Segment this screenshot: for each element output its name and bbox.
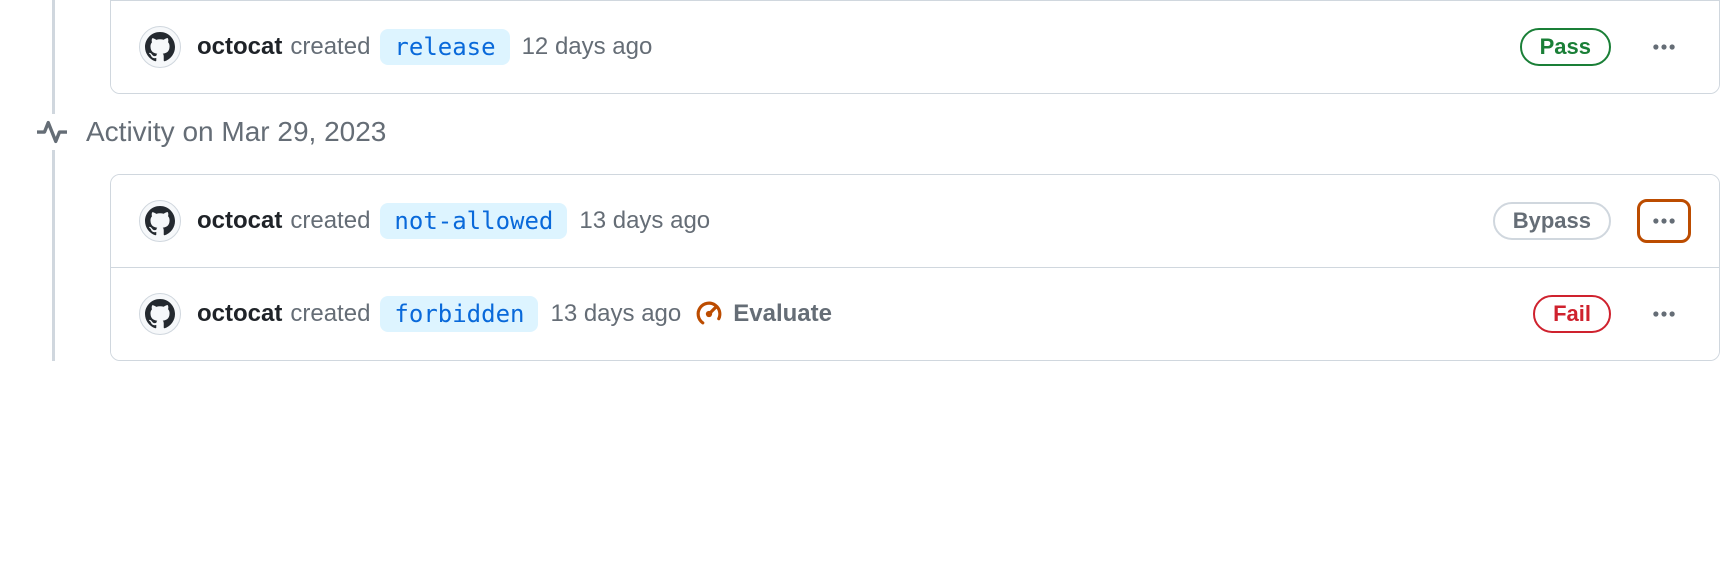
avatar[interactable]	[139, 293, 181, 335]
username-link[interactable]: octocat	[197, 33, 282, 61]
entry-menu-button[interactable]	[1637, 292, 1691, 336]
evaluate-mode: Evaluate	[695, 300, 832, 328]
activity-group: octocat created release 12 days ago Pass	[40, 0, 1720, 94]
status-badge: Fail	[1533, 295, 1611, 333]
activity-entry: octocat created not-allowed 13 days ago …	[111, 175, 1719, 267]
activity-card-list: octocat created release 12 days ago Pass	[110, 0, 1720, 94]
activity-group-title: Activity on Mar 29, 2023	[86, 116, 386, 148]
entry-description: octocat created not-allowed 13 days ago	[197, 203, 710, 239]
gauge-icon	[695, 300, 723, 328]
activity-timeline: octocat created release 12 days ago Pass…	[0, 0, 1720, 361]
activity-entry: octocat created release 12 days ago Pass	[111, 1, 1719, 93]
action-text: created	[290, 33, 370, 61]
octocat-icon	[145, 206, 175, 236]
entry-menu-button[interactable]	[1637, 199, 1691, 243]
relative-time: 13 days ago	[579, 207, 710, 235]
activity-entry: octocat created forbidden 13 days ago Ev…	[111, 267, 1719, 360]
kebab-icon	[1651, 301, 1677, 327]
entry-menu-button[interactable]	[1637, 25, 1691, 69]
activity-group-header: Activity on Mar 29, 2023	[34, 94, 1720, 174]
relative-time: 12 days ago	[522, 33, 653, 61]
status-badge: Pass	[1520, 28, 1611, 66]
pulse-icon	[34, 114, 70, 150]
username-link[interactable]: octocat	[197, 300, 282, 328]
status-badge: Bypass	[1493, 202, 1611, 240]
avatar[interactable]	[139, 200, 181, 242]
activity-card-list: octocat created not-allowed 13 days ago …	[110, 174, 1720, 361]
ref-tag[interactable]: release	[380, 29, 509, 65]
octocat-icon	[145, 299, 175, 329]
octocat-icon	[145, 32, 175, 62]
avatar[interactable]	[139, 26, 181, 68]
entry-description: octocat created release 12 days ago	[197, 29, 652, 65]
kebab-icon	[1651, 34, 1677, 60]
action-text: created	[290, 300, 370, 328]
activity-group: Activity on Mar 29, 2023 octocat created…	[40, 94, 1720, 361]
entry-description: octocat created forbidden 13 days ago Ev…	[197, 296, 832, 332]
relative-time: 13 days ago	[550, 300, 681, 328]
action-text: created	[290, 207, 370, 235]
evaluate-label: Evaluate	[733, 300, 832, 328]
ref-tag[interactable]: forbidden	[380, 296, 538, 332]
ref-tag[interactable]: not-allowed	[380, 203, 567, 239]
username-link[interactable]: octocat	[197, 207, 282, 235]
kebab-icon	[1651, 208, 1677, 234]
